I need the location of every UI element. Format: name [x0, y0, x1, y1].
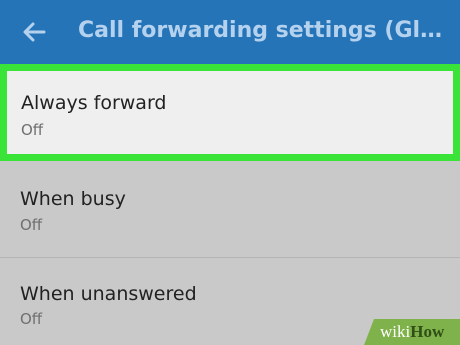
list-item-title: Always forward — [21, 92, 167, 114]
watermark-part2: How — [410, 322, 445, 341]
list-item-title: When unanswered — [20, 283, 197, 305]
list-item-when-busy[interactable]: When busy Off — [0, 161, 460, 258]
list-item-title: When busy — [20, 188, 126, 210]
list-item-status: Off — [20, 216, 43, 234]
watermark-part1: wiki — [380, 322, 411, 341]
page-title: Call forwarding settings (Glo... — [78, 18, 453, 43]
list-item-status: Off — [21, 121, 44, 139]
back-button[interactable] — [18, 16, 50, 48]
list-item-always-forward[interactable]: Always forward Off — [0, 64, 460, 161]
wikihow-watermark: wikiHow — [364, 319, 460, 345]
list-item-status: Off — [20, 310, 43, 328]
app-bar: Call forwarding settings (Glo... — [0, 0, 460, 64]
arrow-left-icon — [23, 22, 46, 42]
watermark-text: wikiHow — [380, 322, 444, 342]
